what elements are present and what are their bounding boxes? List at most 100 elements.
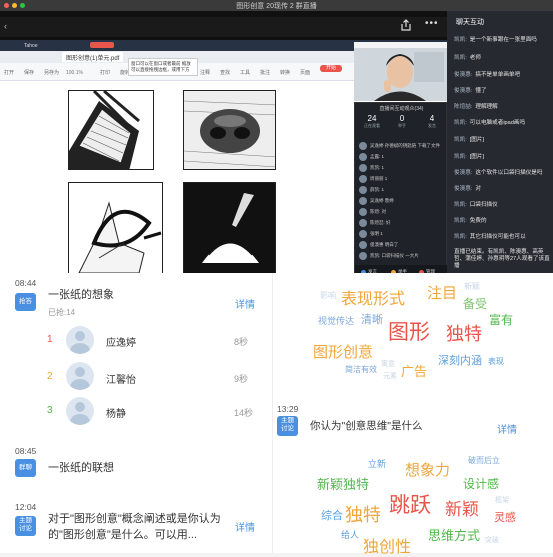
cloud-word: 突破: [485, 537, 499, 544]
panel-row-text: 凯凯: 1: [370, 165, 385, 170]
cloud-word: 思维方式: [428, 528, 481, 543]
panel-row: 吴逸婷 孙德斌的钥匙链 下载了文件: [359, 141, 445, 151]
chat-author: 凯凯:: [454, 234, 467, 240]
activity-title[interactable]: 一张纸的联想: [48, 460, 114, 476]
cloud-word: 富有: [489, 313, 514, 327]
ribbon-item[interactable]: 打开: [4, 69, 14, 76]
chat-message: 凯凯: 老师: [454, 54, 550, 62]
stat-watching: 24 正在观看: [357, 114, 387, 129]
chat-text: 老师: [469, 55, 481, 61]
chat-author: 凯凯:: [454, 202, 467, 208]
stat-value: 24: [367, 114, 377, 123]
ribbon-item[interactable]: 打印: [100, 69, 110, 76]
illustration-dog-nose: [183, 90, 276, 170]
answer-time: 14秒: [234, 408, 254, 418]
stat-value: 0: [399, 114, 405, 123]
chat-text: 这个软件以口袋扫描仪是吗: [475, 170, 543, 176]
live-window: 图形创意 20现传 2 群直播 ‹ ••• Tahoe 图形创意(1)单元.pd…: [0, 0, 553, 284]
cloud-word: 图形: [388, 321, 430, 344]
cloud-word: 想象力: [405, 462, 451, 479]
stat-value: 4: [429, 114, 435, 123]
stat-label: 正在观看: [364, 123, 380, 128]
panel-row: 薛凯: 1: [359, 185, 445, 195]
chat-text: 其它扫描仪可能也可以: [469, 234, 526, 240]
ribbon-item[interactable]: 查找: [220, 69, 230, 76]
activity-title[interactable]: 你认为"创意思维"是什么: [310, 418, 422, 434]
chat-text: 理解理解: [475, 104, 498, 110]
chat-message: 俊澳惠: 懂了: [454, 87, 550, 95]
panel-title: 直播间互动观众(34): [379, 106, 424, 112]
ribbon-item[interactable]: 保存: [24, 69, 34, 76]
panel-row-text: 薛凯: 1: [370, 187, 385, 192]
more-options-icon[interactable]: •••: [425, 18, 439, 29]
activity-tag: 群聊: [15, 459, 36, 477]
panel-row: 凯凯: 1: [359, 163, 445, 173]
window-title: 图形创意 20现传 2 群直播: [236, 3, 317, 10]
ribbon-item[interactable]: 另存为: [44, 69, 59, 76]
cloud-word: 跳跃: [389, 494, 431, 517]
panel-row-text: 吴逸婷 鲁婷: [370, 198, 394, 203]
cloud-word: 灵感: [494, 512, 516, 524]
avatar: [66, 397, 94, 425]
share-icon[interactable]: [399, 19, 413, 31]
zoom-level[interactable]: 100.1%: [66, 70, 83, 76]
details-link[interactable]: 详情: [235, 519, 255, 534]
start-button[interactable]: 开始: [320, 65, 342, 72]
cloud-word: 图形创意: [313, 344, 374, 361]
illustration-cream: [183, 182, 276, 276]
cloud-word: 广告: [401, 364, 428, 379]
cloud-word: 元素: [383, 373, 397, 380]
chat-text: 是一个新事跟在一张里面吗: [469, 37, 537, 43]
panel-row-text: 凯凯: 口袋扫描仪 一大片: [370, 253, 419, 258]
chat-author: 凯凯:: [454, 37, 467, 43]
activity-title[interactable]: 一张纸的想象: [48, 287, 114, 303]
tab-document[interactable]: 图形创意(1)单元.pdf: [62, 52, 124, 62]
ribbon-item[interactable]: 页面: [300, 69, 310, 76]
chat-text: [图片]: [469, 137, 485, 143]
stat-hands: 0 举手: [387, 114, 417, 129]
chat-author: 陈煊喆:: [454, 104, 473, 110]
ribbon-item[interactable]: 转换: [280, 69, 290, 76]
teacher-video[interactable]: [354, 42, 447, 101]
panel-row: 陈煊喆: 好: [359, 218, 445, 228]
chat-message: 陈煊喆: 理解理解: [454, 103, 550, 111]
stat-label: 举手: [398, 123, 406, 128]
screen-share-area: ‹ ••• Tahoe 图形创意(1)单元.pdf 打开 保存 另存为 100.…: [0, 11, 448, 284]
activity-tag: 主题 讨论: [277, 416, 298, 436]
chat-text: 可以电脑或者ipad画吗: [469, 120, 526, 126]
panel-row: 孟露: 1: [359, 152, 445, 162]
cloud-word: 框架: [495, 497, 509, 504]
details-link[interactable]: 详情: [235, 296, 255, 311]
activity-title[interactable]: 对于"图形创意"概念阐述或是你认为的"图形创意"是什么。可以用...: [48, 511, 228, 543]
chat-author: 俊澳惠:: [454, 170, 473, 176]
ribbon-item[interactable]: 工具: [240, 69, 250, 76]
ribbon-item[interactable]: 批注: [260, 69, 270, 76]
chat-message: 俊澳惠: 这个软件以口袋扫描仪是吗: [454, 169, 550, 177]
cloud-word: 新颖独特: [317, 477, 370, 492]
chat-message: 凯凯: 免费的: [454, 217, 550, 225]
chat-text: 懂了: [475, 88, 487, 94]
avatar: [359, 219, 367, 227]
chat-author: 俊澳惠:: [454, 72, 473, 78]
activity-tag: 主题 讨论: [15, 516, 36, 536]
details-link[interactable]: 详情: [497, 421, 517, 436]
system-message: 直播已结束。有凯凯、陈澳惠、高英哲、蒲佳婷、孙惠玥等27人观看了该直播: [454, 249, 550, 269]
avatar: [359, 252, 367, 260]
back-icon[interactable]: ‹: [4, 21, 7, 31]
chat-message: 凯凯: [图片]: [454, 153, 550, 161]
activity-list: 08:44 抢答 一张纸的想象 详情 已抢:14 1 应逸婷 8秒 2 江馨怡 …: [0, 273, 272, 553]
chat-message: 俊澳惠: 搞不是单单画单吧: [454, 71, 550, 79]
chat-text: 免费的: [469, 218, 487, 224]
panel-row: 周丽丽 1: [359, 174, 445, 184]
chat-author: 凯凯:: [454, 120, 467, 126]
live-toolbar: ‹ •••: [0, 17, 447, 37]
cloud-word: 独特: [446, 324, 482, 344]
avatar: [359, 164, 367, 172]
student-name: 应逸婷: [106, 338, 136, 349]
chat-title: 聊天互动: [456, 19, 484, 26]
chat-author: 凯凯:: [454, 137, 467, 143]
ribbon-item[interactable]: 注释: [200, 69, 210, 76]
panel-row-text: 陈煊: 对: [370, 209, 387, 214]
chat-message: 凯凯: 其它扫描仪可能也可以: [454, 233, 550, 241]
rank-number: 3: [47, 405, 53, 416]
